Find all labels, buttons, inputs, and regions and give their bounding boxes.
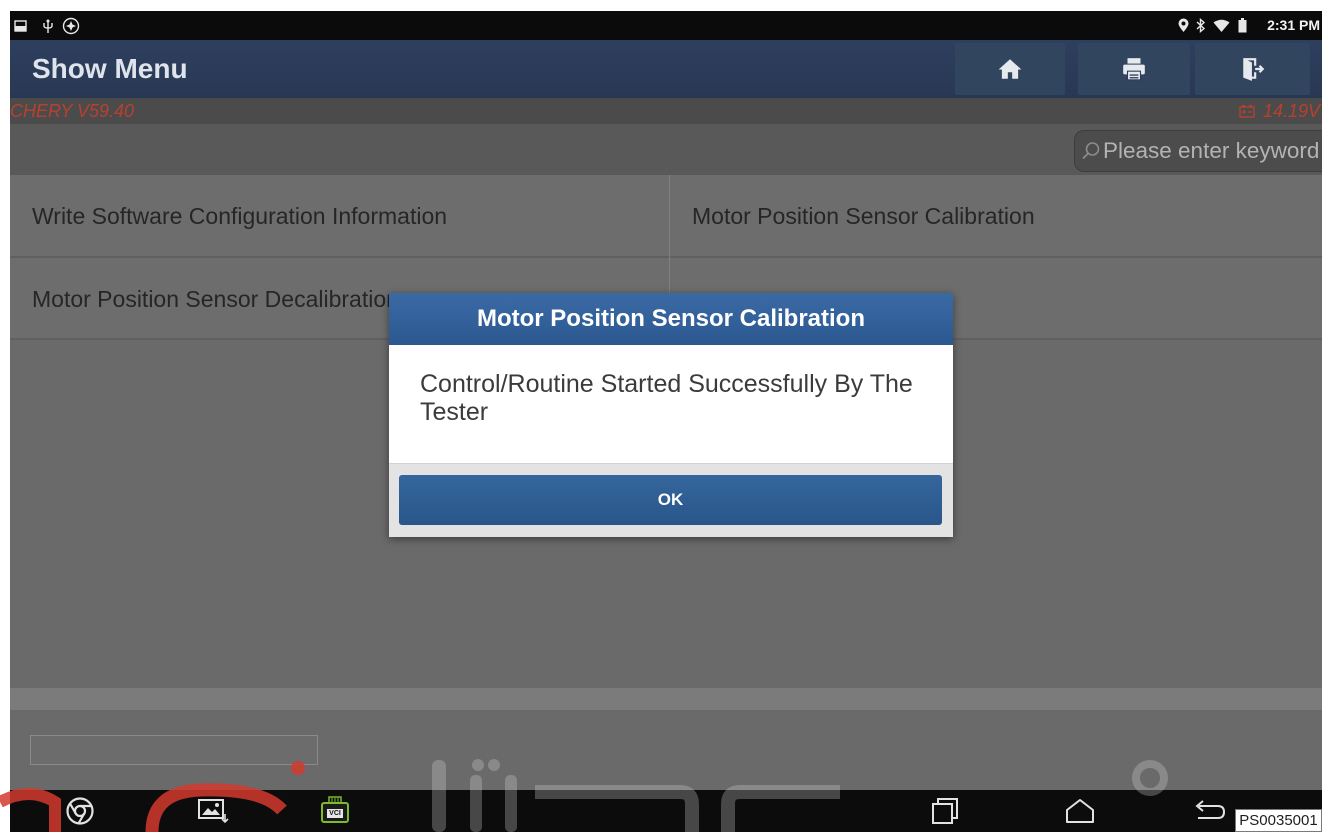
exit-button[interactable] <box>1195 43 1310 95</box>
search-box[interactable] <box>1074 130 1322 172</box>
app-header: Show Menu <box>10 40 1322 98</box>
row-divider <box>10 256 1322 258</box>
info-bar: CHERY V59.40 14.19V <box>10 98 1322 124</box>
calibration-dialog: Motor Position Sensor Calibration Contro… <box>389 293 953 537</box>
battery-icon <box>1238 11 1247 40</box>
status-time: 2:31 PM <box>1267 17 1320 33</box>
recent-apps-icon[interactable] <box>931 797 959 825</box>
home-icon <box>997 56 1023 82</box>
voltage-value: 14.19V <box>1262 100 1320 121</box>
search-row <box>10 124 1322 175</box>
home-nav-icon[interactable] <box>1064 798 1096 824</box>
menu-item-write-software-configuration[interactable]: Write Software Configuration Information <box>10 175 669 257</box>
search-icon <box>1081 141 1101 161</box>
bottom-panel-box <box>30 735 318 765</box>
system-nav-bar: VCI <box>10 790 1322 832</box>
voltage-indicator: 14.19V <box>1239 98 1320 124</box>
status-bar: 2:31 PM <box>10 11 1322 40</box>
print-icon <box>1121 56 1147 82</box>
wifi-icon <box>1213 11 1230 40</box>
settings-alert-icon <box>62 11 80 40</box>
usb-debug-icon <box>40 11 56 40</box>
battery-voltage-icon <box>1239 104 1255 118</box>
vci-icon[interactable]: VCI <box>320 796 350 824</box>
vci-label: VCI <box>327 809 343 818</box>
dialog-footer: OK <box>389 463 953 537</box>
search-input[interactable] <box>1101 138 1321 164</box>
bluetooth-icon <box>1195 11 1206 40</box>
gallery-icon[interactable] <box>197 798 229 824</box>
page-title: Show Menu <box>32 53 188 84</box>
print-button[interactable] <box>1078 43 1190 95</box>
home-button[interactable] <box>955 43 1065 95</box>
ok-button[interactable]: OK <box>399 475 942 525</box>
screenshot-icon <box>14 11 27 40</box>
exit-icon <box>1240 56 1266 82</box>
dialog-title: Motor Position Sensor Calibration <box>389 293 953 345</box>
figure-id-label: PS0035001 <box>1235 809 1322 832</box>
dialog-body: Control/Routine Started Successfully By … <box>389 345 953 463</box>
menu-item-motor-position-calibration[interactable]: Motor Position Sensor Calibration <box>670 175 1322 257</box>
location-icon <box>1178 11 1189 40</box>
footer-divider-strip <box>10 688 1322 710</box>
back-icon[interactable] <box>1192 798 1226 824</box>
dialog-message: Control/Routine Started Successfully By … <box>420 370 913 426</box>
software-version: CHERY V59.40 <box>10 101 135 121</box>
chrome-icon[interactable] <box>65 796 95 826</box>
